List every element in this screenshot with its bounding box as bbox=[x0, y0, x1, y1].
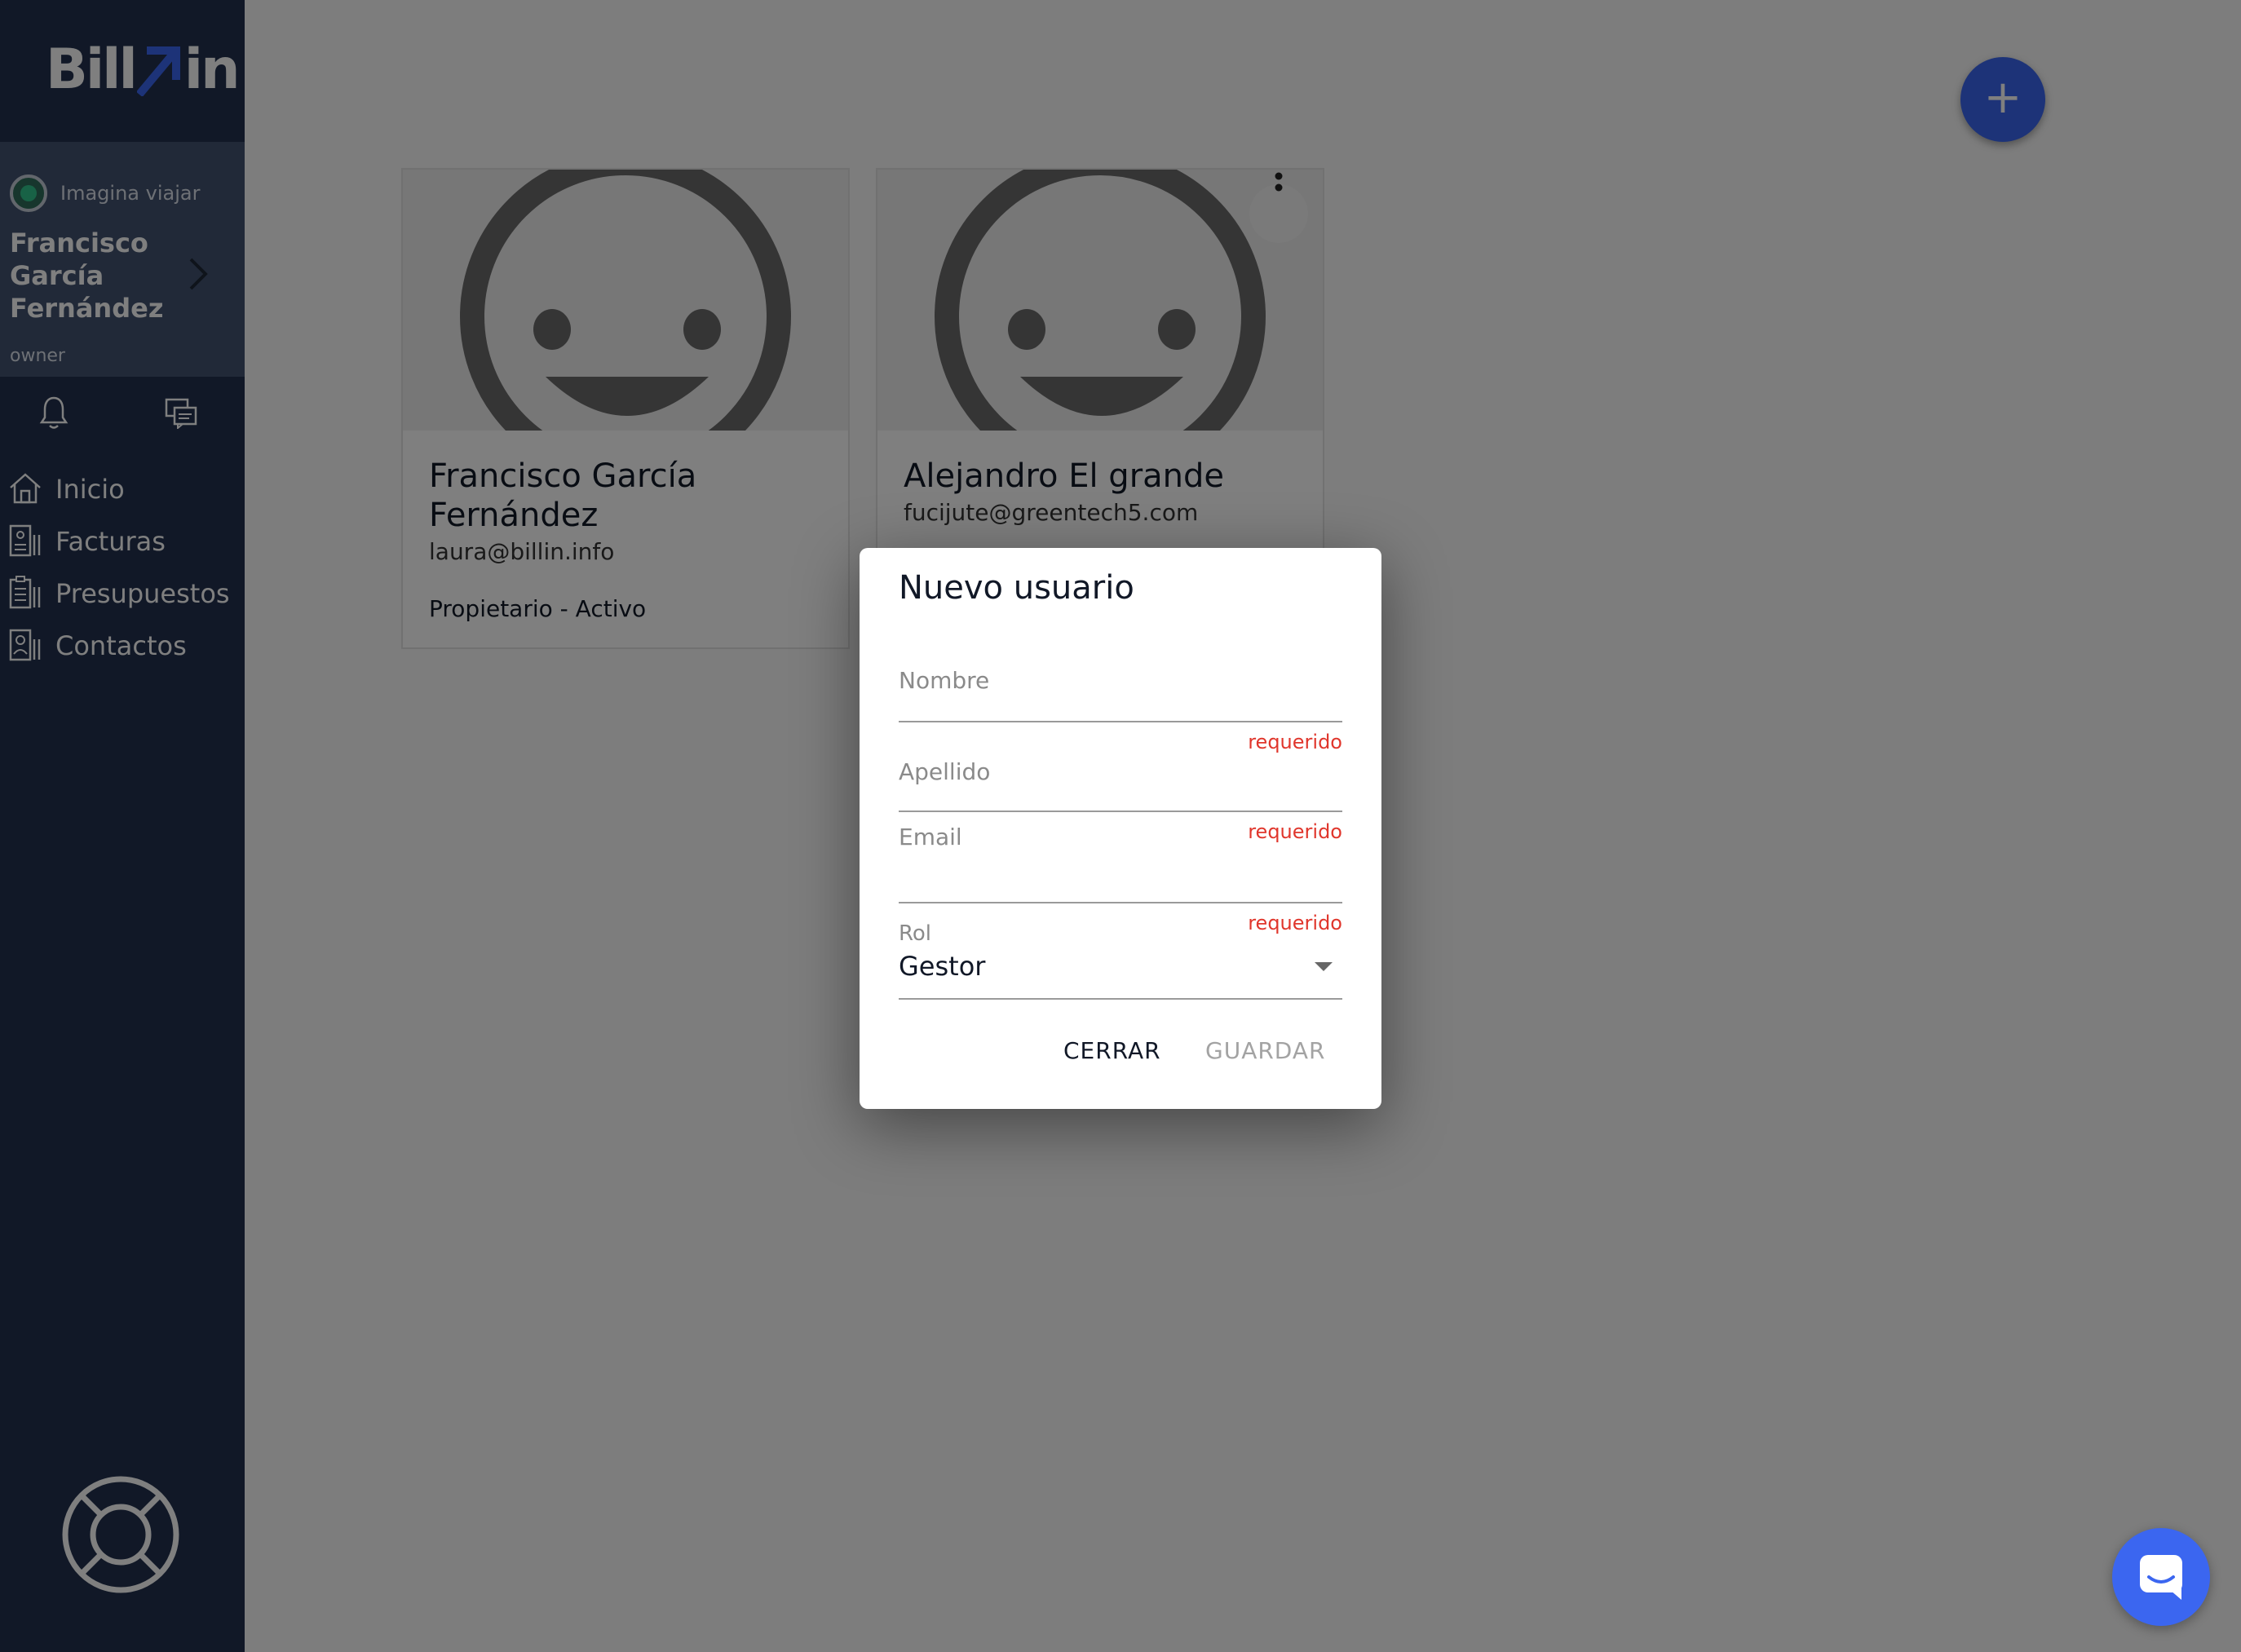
last-name-label: Apellido bbox=[899, 758, 991, 785]
email-label: Email bbox=[899, 824, 962, 850]
first-name-required-hint: requerido bbox=[1248, 731, 1342, 753]
caret-down-icon bbox=[1315, 962, 1333, 971]
role-value: Gestor bbox=[899, 951, 986, 982]
role-select[interactable]: Rol Gestor bbox=[899, 921, 1342, 1011]
role-underline bbox=[899, 998, 1342, 1000]
role-label: Rol bbox=[899, 921, 932, 946]
close-button[interactable]: CERRAR bbox=[1063, 1037, 1161, 1064]
new-user-dialog: Nuevo usuario Nombre requerido Apellido … bbox=[860, 548, 1381, 1109]
messenger-launcher[interactable] bbox=[2112, 1528, 2210, 1626]
last-name-underline bbox=[899, 811, 1342, 812]
first-name-label: Nombre bbox=[899, 667, 990, 694]
email-underline bbox=[899, 902, 1342, 903]
chat-bubble-icon bbox=[2140, 1555, 2182, 1600]
save-button[interactable]: GUARDAR bbox=[1205, 1037, 1325, 1064]
dialog-title: Nuevo usuario bbox=[899, 569, 1134, 607]
first-name-underline bbox=[899, 721, 1342, 722]
email-field[interactable]: Email requerido bbox=[899, 824, 1342, 934]
first-name-field[interactable]: Nombre requerido bbox=[899, 667, 1342, 753]
